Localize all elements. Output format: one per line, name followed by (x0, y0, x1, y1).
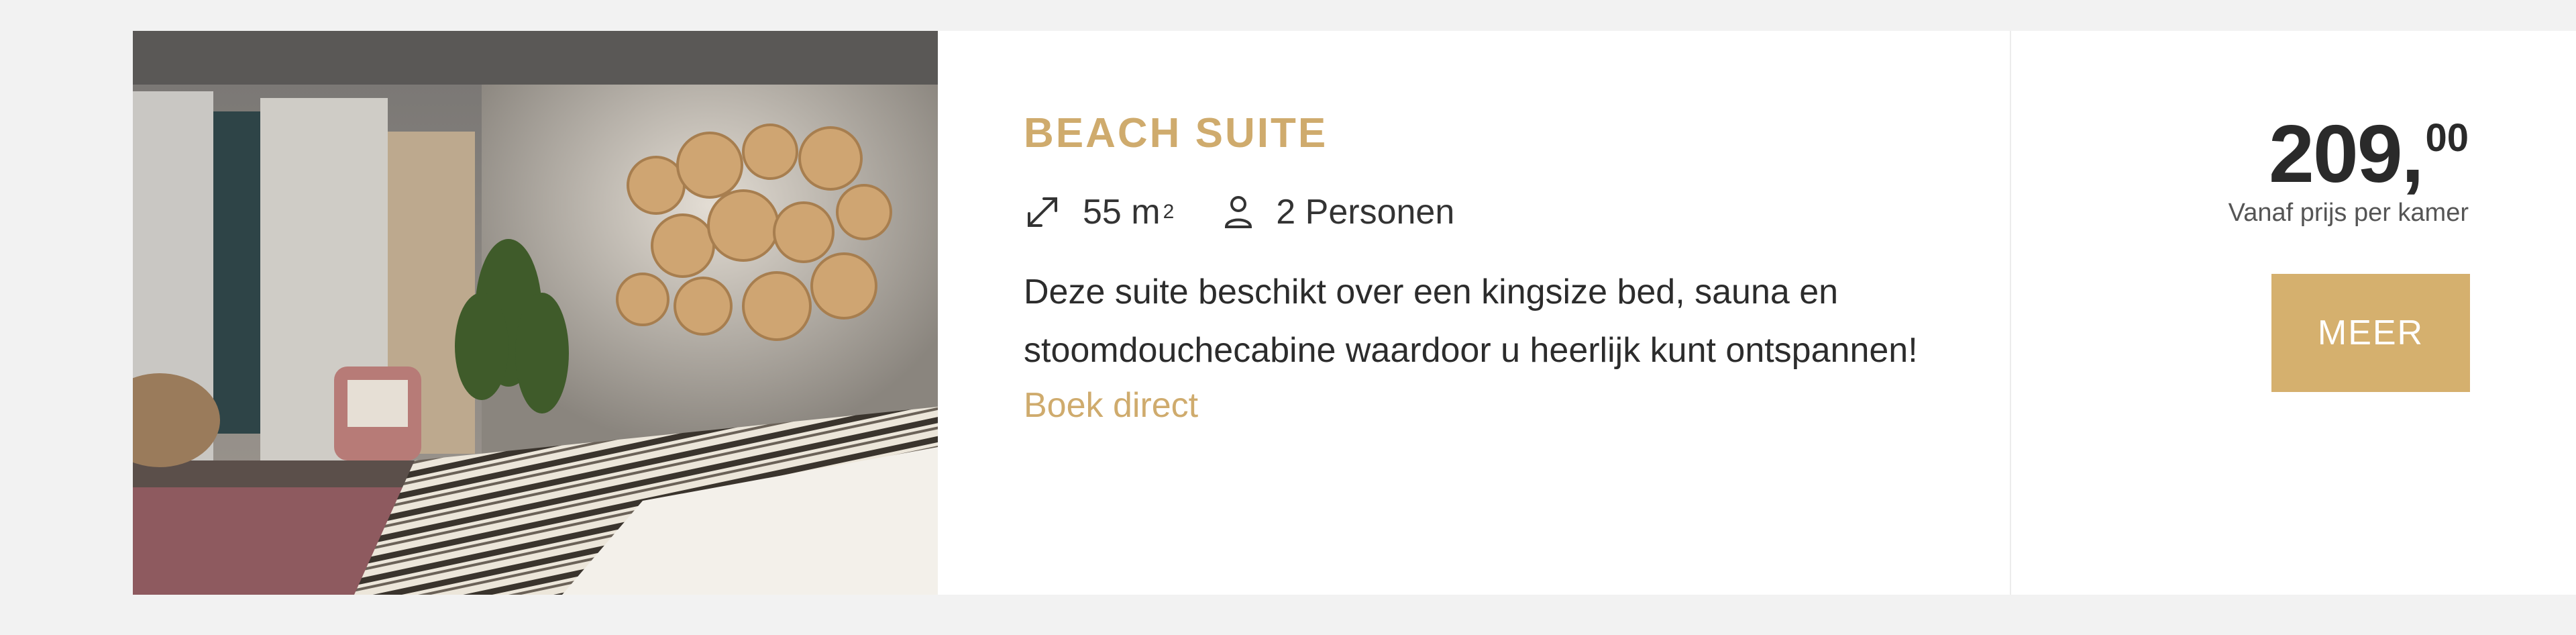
price-column: 209, 00 Vanaf prijs per kamer MEER (2011, 31, 2576, 595)
room-persons: 2 Personen (1222, 192, 1454, 232)
room-description: Deze suite beschikt over een kingsize be… (1024, 273, 1918, 370)
room-size: 55 m2 (1024, 192, 1174, 232)
room-photo[interactable] (133, 31, 938, 595)
room-persons-label: 2 Personen (1276, 193, 1455, 232)
room-size-unit: 2 (1163, 201, 1175, 223)
price-integer: 209, (2269, 108, 2424, 199)
room-size-value: 55 m (1083, 193, 1161, 232)
price-label: Vanaf prijs per kamer (2228, 199, 2469, 227)
book-direct-link[interactable]: Boek direct (1024, 385, 2010, 426)
expand-arrows-icon (1028, 197, 1057, 227)
price-amount: 209, 00 (2229, 113, 2469, 195)
price-decimals: 00 (2425, 116, 2469, 160)
room-title: BEACH SUITE (1024, 110, 1328, 156)
price-block: 209, 00 Vanaf prijs per kamer (2229, 113, 2469, 228)
room-card: BEACH SUITE 55 m2 2 Personen Deze suite … (133, 31, 2576, 595)
person-icon (1225, 196, 1252, 228)
room-info: BEACH SUITE 55 m2 2 Personen Deze suite … (938, 31, 2011, 595)
room-specs: 55 m2 2 Personen (1024, 192, 2010, 232)
meer-button[interactable]: MEER (2271, 274, 2470, 392)
room-photo-illustration (133, 31, 938, 595)
